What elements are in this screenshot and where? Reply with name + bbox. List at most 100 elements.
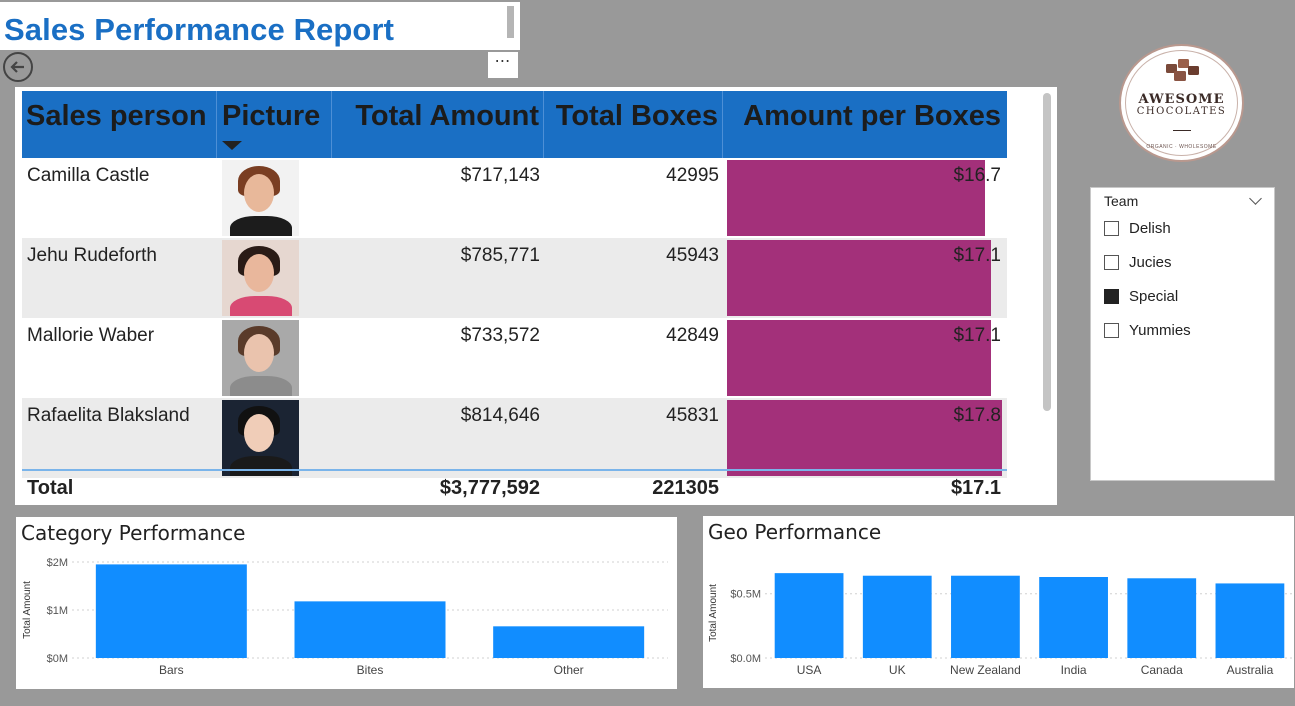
- sort-descending-icon[interactable]: [222, 141, 242, 150]
- checkbox[interactable]: [1104, 323, 1119, 338]
- category-chart-svg: $0M $1M $2M Total Amount Bars Bites Other: [22, 557, 668, 677]
- bar-canada: [1127, 578, 1197, 658]
- total-boxes-cell: 42995: [666, 165, 719, 186]
- photo-face: [244, 414, 274, 452]
- total-amount-cell: $785,771: [460, 245, 540, 266]
- total-picture-cell: [217, 471, 332, 503]
- photo-face: [244, 174, 274, 212]
- bar-usa: [774, 573, 844, 658]
- column-header-sales-person[interactable]: Sales person: [22, 91, 217, 158]
- amount-per-box-value: $17.1: [953, 325, 1001, 346]
- sales-person-photo: [222, 160, 299, 236]
- total-boxes-cell: 42849: [666, 325, 719, 346]
- slicer-item-delish[interactable]: Delish: [1104, 220, 1171, 237]
- title-scrollbar[interactable]: [507, 6, 514, 38]
- total-amount: $3,777,592: [439, 477, 540, 499]
- y-tick-label: $1M: [47, 605, 68, 617]
- sales-person-photo: [222, 400, 299, 476]
- sales-person-name: Jehu Rudeforth: [27, 245, 157, 266]
- checkbox[interactable]: [1104, 221, 1119, 236]
- column-header-total-boxes[interactable]: Total Boxes: [544, 91, 723, 158]
- category-performance-chart: Category Performance $0M $1M $2M Total Amou…: [16, 517, 677, 689]
- chocolate-pieces-icon: [1166, 59, 1199, 81]
- column-header-total-amount[interactable]: Total Amount: [332, 91, 544, 158]
- photo-body: [230, 376, 292, 396]
- y-axis-label: Total Amount: [22, 581, 33, 639]
- more-options-button[interactable]: ⋯: [488, 52, 518, 78]
- picture-cell: [217, 158, 332, 238]
- total-boxes-cell: 45943: [666, 245, 719, 266]
- table-total-row: Total $3,777,592 221305 $17.1: [22, 469, 1007, 503]
- photo-body: [230, 216, 292, 236]
- sales-person-name: Rafaelita Blaksland: [27, 405, 190, 426]
- slicer-title: Team: [1104, 193, 1139, 209]
- amount-per-box-cell: $16.7: [723, 158, 1007, 238]
- data-bar: [727, 320, 991, 396]
- x-tick-label: Bars: [159, 663, 184, 677]
- x-tick-label: Canada: [1141, 663, 1183, 677]
- logo-line2: CHOCOLATES: [1136, 106, 1227, 117]
- geo-chart-svg: $0.0M $0.5M Total Amount USA UK New Zealand In…: [708, 573, 1294, 677]
- back-arrow-icon[interactable]: [3, 52, 33, 82]
- report-title-box: Sales Performance Report: [0, 2, 520, 50]
- page-title: Sales Performance Report: [4, 12, 395, 47]
- total-amount-cell: $717,143: [460, 165, 540, 186]
- team-slicer: Team Delish Jucies Special Yummies: [1090, 187, 1275, 481]
- checkbox[interactable]: [1104, 289, 1119, 304]
- sales-person-photo: [222, 240, 299, 316]
- y-tick-label: $2M: [47, 557, 68, 569]
- slicer-item-jucies[interactable]: Jucies: [1104, 254, 1172, 271]
- slicer-item-label: Special: [1129, 288, 1179, 305]
- bar-bars: [95, 564, 247, 658]
- picture-cell: [217, 318, 332, 398]
- y-axis-label: Total Amount: [708, 584, 719, 642]
- total-per-box: $17.1: [723, 471, 1007, 503]
- awesome-chocolates-logo: AWESOME CHOCOLATES ORGANIC · WHOLESOME: [1119, 44, 1244, 162]
- x-tick-label: UK: [889, 663, 906, 677]
- table-row[interactable]: Rafaelita Blaksland $814,646 45831 $17.8: [22, 398, 1007, 478]
- bar-india: [1039, 577, 1108, 658]
- bar-other: [493, 626, 645, 658]
- logo-divider: [1173, 130, 1191, 131]
- table-header: Sales person Picture Total Amount Total …: [22, 91, 1007, 158]
- total-boxes-cell: 45831: [666, 405, 719, 426]
- x-tick-label: Other: [554, 663, 584, 677]
- x-tick-label: USA: [797, 663, 822, 677]
- bar-australia: [1215, 583, 1285, 658]
- checkbox[interactable]: [1104, 255, 1119, 270]
- amount-per-box-value: $16.7: [953, 165, 1001, 186]
- total-boxes: 221305: [652, 477, 719, 499]
- y-tick-label: $0.5M: [730, 589, 761, 601]
- chevron-down-icon[interactable]: [1249, 192, 1262, 205]
- photo-face: [244, 254, 274, 292]
- table-row[interactable]: Camilla Castle $717,143 42995 $16.7: [22, 158, 1007, 238]
- table-scrollbar[interactable]: [1043, 93, 1051, 411]
- geo-performance-chart: Geo Performance $0.0M $0.5M Total Amount US…: [703, 516, 1294, 688]
- x-tick-label: New Zealand: [950, 663, 1021, 677]
- picture-cell: [217, 398, 332, 478]
- total-amount-cell: $814,646: [460, 405, 540, 426]
- amount-per-box-cell: $17.1: [723, 238, 1007, 318]
- x-tick-label: Australia: [1227, 663, 1274, 677]
- data-bar: [727, 240, 991, 316]
- table-body: Camilla Castle $717,143 42995 $16.7 Jehu Rud…: [22, 158, 1007, 478]
- total-per-box-value: $17.1: [950, 477, 1001, 499]
- sales-person-photo: [222, 320, 299, 396]
- sales-table: Sales person Picture Total Amount Total …: [15, 87, 1057, 505]
- x-tick-label: Bites: [357, 663, 384, 677]
- slicer-item-special[interactable]: Special: [1104, 288, 1178, 305]
- total-amount-cell: $733,572: [460, 325, 540, 346]
- logo-tagline: ORGANIC · WHOLESOME: [1146, 144, 1217, 150]
- column-header-picture[interactable]: Picture: [217, 91, 332, 158]
- table-row[interactable]: Mallorie Waber $733,572 42849 $17.1: [22, 318, 1007, 398]
- column-header-amount-per-boxes[interactable]: Amount per Boxes: [723, 91, 1007, 158]
- table-row[interactable]: Jehu Rudeforth $785,771 45943 $17.1: [22, 238, 1007, 318]
- picture-cell: [217, 238, 332, 318]
- bar-new-zealand: [951, 575, 1020, 658]
- logo-line1: AWESOME: [1138, 92, 1225, 107]
- slicer-item-yummies[interactable]: Yummies: [1104, 322, 1191, 339]
- x-tick-label: India: [1061, 663, 1087, 677]
- bar-uk: [862, 575, 932, 658]
- sales-person-name: Camilla Castle: [27, 165, 150, 186]
- slicer-item-label: Delish: [1129, 220, 1171, 237]
